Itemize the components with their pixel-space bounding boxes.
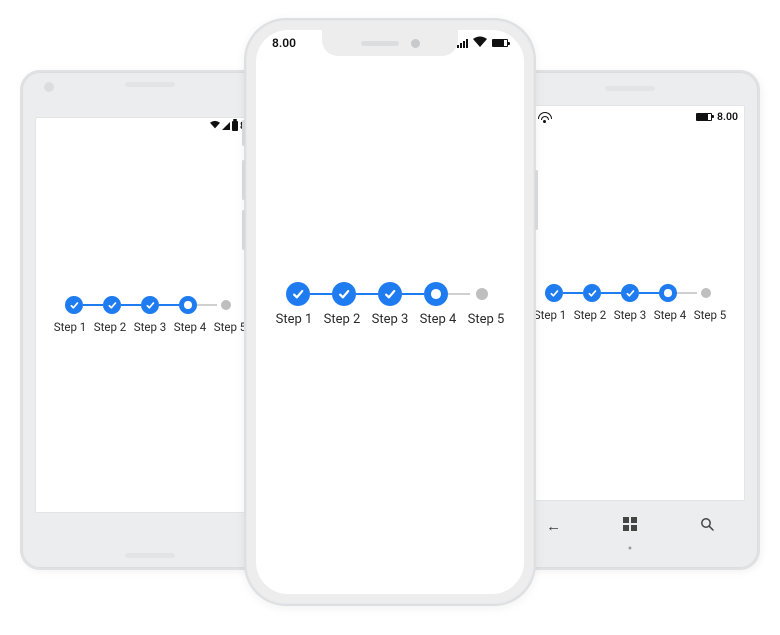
stepper-component: Step 1Step 2Step 3Step 4Step 5 bbox=[36, 296, 264, 334]
mute-switch bbox=[242, 120, 245, 146]
step-label-5: Step 5 bbox=[690, 308, 730, 322]
android-screen: 8.00 Step 1Step 2Step 3Step 4Step 5 bbox=[35, 117, 265, 513]
step-connector bbox=[448, 293, 470, 295]
stepper-labels: Step 1Step 2Step 3Step 4Step 5 bbox=[50, 320, 250, 334]
step-node-5[interactable] bbox=[476, 288, 488, 300]
step-node-4[interactable] bbox=[659, 284, 677, 302]
step-connector bbox=[677, 292, 697, 294]
front-camera bbox=[44, 82, 54, 92]
stepper-component: Step 1Step 2Step 3Step 4Step 5 bbox=[256, 282, 524, 327]
step-connector bbox=[310, 293, 332, 295]
step-label-4: Step 4 bbox=[170, 320, 210, 334]
cellular-icon bbox=[222, 122, 230, 130]
step-label-4: Step 4 bbox=[414, 312, 462, 327]
step-connector bbox=[402, 293, 424, 295]
step-node-2[interactable] bbox=[583, 284, 601, 302]
chin-speaker bbox=[125, 553, 175, 558]
battery-icon bbox=[492, 39, 508, 47]
start-button[interactable] bbox=[623, 517, 637, 535]
stepper-track bbox=[286, 282, 494, 306]
clock-label: 8.00 bbox=[717, 110, 738, 123]
earpiece-speaker bbox=[605, 86, 655, 91]
android-phone-frame: 8.00 Step 1Step 2Step 3Step 4Step 5 bbox=[20, 70, 280, 570]
front-camera bbox=[411, 39, 420, 48]
iphone-frame: 8.00 Step 1Step 2Step 3Step 4Step 5 bbox=[244, 18, 536, 606]
step-connector bbox=[563, 292, 583, 294]
step-label-3: Step 3 bbox=[130, 320, 170, 334]
step-connector bbox=[83, 304, 103, 306]
step-label-1: Step 1 bbox=[530, 308, 570, 322]
side-button bbox=[535, 170, 538, 230]
volume-up-button bbox=[242, 160, 245, 200]
step-label-2: Step 2 bbox=[318, 312, 366, 327]
stepper-component: Step 1Step 2Step 3Step 4Step 5 bbox=[516, 284, 744, 322]
step-node-5[interactable] bbox=[701, 288, 711, 298]
stepper-labels: Step 1Step 2Step 3Step 4Step 5 bbox=[530, 308, 730, 322]
stepper-track bbox=[63, 296, 237, 314]
step-node-2[interactable] bbox=[103, 296, 121, 314]
wifi-icon bbox=[538, 112, 550, 122]
device-showcase: 8.00 Step 1Step 2Step 3Step 4Step 5 8.00… bbox=[0, 0, 780, 635]
volume-down-button bbox=[242, 210, 245, 250]
step-label-3: Step 3 bbox=[610, 308, 650, 322]
step-node-1[interactable] bbox=[65, 296, 83, 314]
step-connector bbox=[356, 293, 378, 295]
earpiece-speaker bbox=[125, 82, 175, 87]
step-label-1: Step 1 bbox=[50, 320, 90, 334]
stepper-track bbox=[543, 284, 717, 302]
stepper-labels: Step 1Step 2Step 3Step 4Step 5 bbox=[270, 312, 510, 327]
step-connector bbox=[197, 304, 217, 306]
back-button[interactable]: ← bbox=[546, 517, 561, 535]
step-node-3[interactable] bbox=[378, 282, 402, 306]
step-node-3[interactable] bbox=[621, 284, 639, 302]
notch bbox=[322, 30, 458, 56]
step-label-2: Step 2 bbox=[90, 320, 130, 334]
step-connector bbox=[159, 304, 179, 306]
windows-status-bar: 8.00 bbox=[516, 110, 744, 123]
windows-screen: 8.00 Step 1Step 2Step 3Step 4Step 5 bbox=[515, 105, 745, 501]
step-label-2: Step 2 bbox=[570, 308, 610, 322]
wifi-icon bbox=[473, 36, 487, 50]
step-node-5[interactable] bbox=[221, 300, 231, 310]
step-label-4: Step 4 bbox=[650, 308, 690, 322]
pager-dot: • bbox=[515, 545, 745, 553]
earpiece-speaker bbox=[361, 41, 399, 46]
clock-label: 8.00 bbox=[272, 36, 296, 50]
step-node-4[interactable] bbox=[179, 296, 197, 314]
step-node-2[interactable] bbox=[332, 282, 356, 306]
step-connector bbox=[121, 304, 141, 306]
wifi-icon bbox=[210, 120, 220, 132]
step-connector bbox=[601, 292, 621, 294]
step-label-1: Step 1 bbox=[270, 312, 318, 327]
step-node-4[interactable] bbox=[424, 282, 448, 306]
search-button[interactable] bbox=[700, 517, 714, 535]
step-label-5: Step 5 bbox=[462, 312, 510, 327]
step-label-3: Step 3 bbox=[366, 312, 414, 327]
step-node-1[interactable] bbox=[286, 282, 310, 306]
battery-icon bbox=[696, 113, 712, 121]
windows-phone-frame: 8.00 Step 1Step 2Step 3Step 4Step 5 ← • bbox=[500, 70, 760, 570]
iphone-screen: 8.00 Step 1Step 2Step 3Step 4Step 5 bbox=[256, 30, 524, 594]
step-node-1[interactable] bbox=[545, 284, 563, 302]
step-node-3[interactable] bbox=[141, 296, 159, 314]
cellular-icon bbox=[457, 39, 468, 48]
step-connector bbox=[639, 292, 659, 294]
battery-icon bbox=[232, 121, 238, 131]
